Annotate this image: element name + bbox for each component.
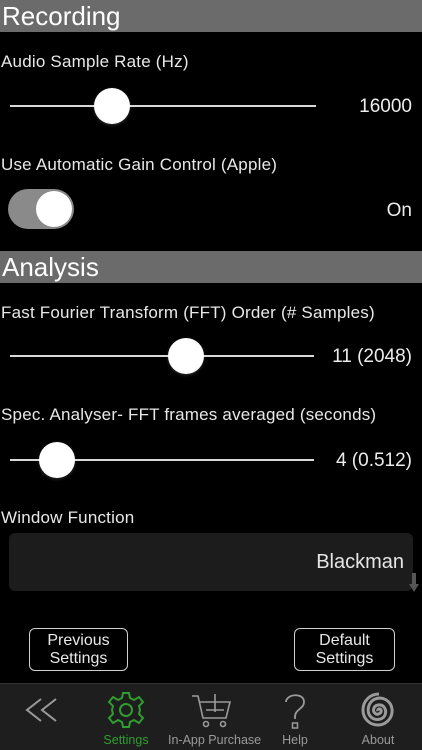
frames-averaged-value: 4 (0.512) — [335, 450, 412, 471]
sample-rate-label: Audio Sample Rate (Hz) — [1, 52, 189, 71]
frames-averaged-label: Spec. Analyser- FFT frames averaged (sec… — [1, 405, 377, 424]
slider-thumb[interactable] — [94, 88, 130, 124]
recording-header: Recording — [0, 0, 422, 32]
agc-label: Use Automatic Gain Control (Apple) — [1, 155, 278, 174]
button-label-line2: Settings — [49, 650, 108, 667]
slider-track — [10, 355, 314, 357]
scroll-down-arrow-icon — [409, 573, 419, 592]
tab-about[interactable]: About — [334, 684, 422, 750]
gear-icon — [107, 692, 145, 728]
slider-track — [10, 105, 316, 107]
fft-order-label: Fast Fourier Transform (FFT) Order (# Sa… — [1, 303, 375, 322]
analysis-header: Analysis — [0, 251, 422, 283]
agc-toggle[interactable] — [8, 189, 74, 229]
tab-back[interactable] — [0, 684, 84, 750]
tab-in-app-purchase-label: In-App Purchase — [168, 733, 262, 747]
agc-value: On — [386, 200, 412, 221]
button-label-line2: Settings — [315, 650, 374, 667]
fft-order-value: 11 (2048) — [332, 346, 412, 367]
button-label-line1: Default — [319, 632, 370, 649]
tab-help-label: Help — [282, 733, 308, 747]
tab-bar: Settings In-App Purchase Help About — [0, 683, 422, 750]
tab-settings[interactable]: Settings — [84, 684, 168, 750]
frames-averaged-slider[interactable] — [10, 442, 314, 478]
sample-rate-value: 16000 — [359, 96, 412, 117]
default-settings-button[interactable]: Default Settings — [294, 628, 395, 671]
tab-help[interactable]: Help — [256, 684, 334, 750]
window-function-value: Blackman — [316, 551, 404, 573]
button-label-line1: Previous — [47, 632, 110, 649]
fft-order-slider[interactable] — [10, 338, 314, 374]
sample-rate-slider[interactable] — [10, 88, 316, 124]
tab-settings-label: Settings — [103, 733, 149, 747]
previous-settings-button[interactable]: Previous Settings — [29, 628, 128, 671]
question-icon — [285, 694, 305, 729]
spiral-icon — [361, 692, 394, 727]
tab-about-label: About — [361, 733, 395, 747]
settings-screen: Recording Audio Sample Rate (Hz) 16000 U… — [0, 0, 422, 750]
cart-plus-icon — [192, 694, 232, 728]
slider-thumb[interactable] — [168, 338, 204, 374]
double-chevron-left-icon — [25, 698, 57, 722]
toggle-knob — [36, 191, 72, 227]
window-function-label: Window Function — [1, 508, 135, 527]
slider-thumb[interactable] — [39, 442, 75, 478]
tab-in-app-purchase[interactable]: In-App Purchase — [168, 684, 262, 750]
window-function-select[interactable]: Blackman — [9, 533, 413, 591]
